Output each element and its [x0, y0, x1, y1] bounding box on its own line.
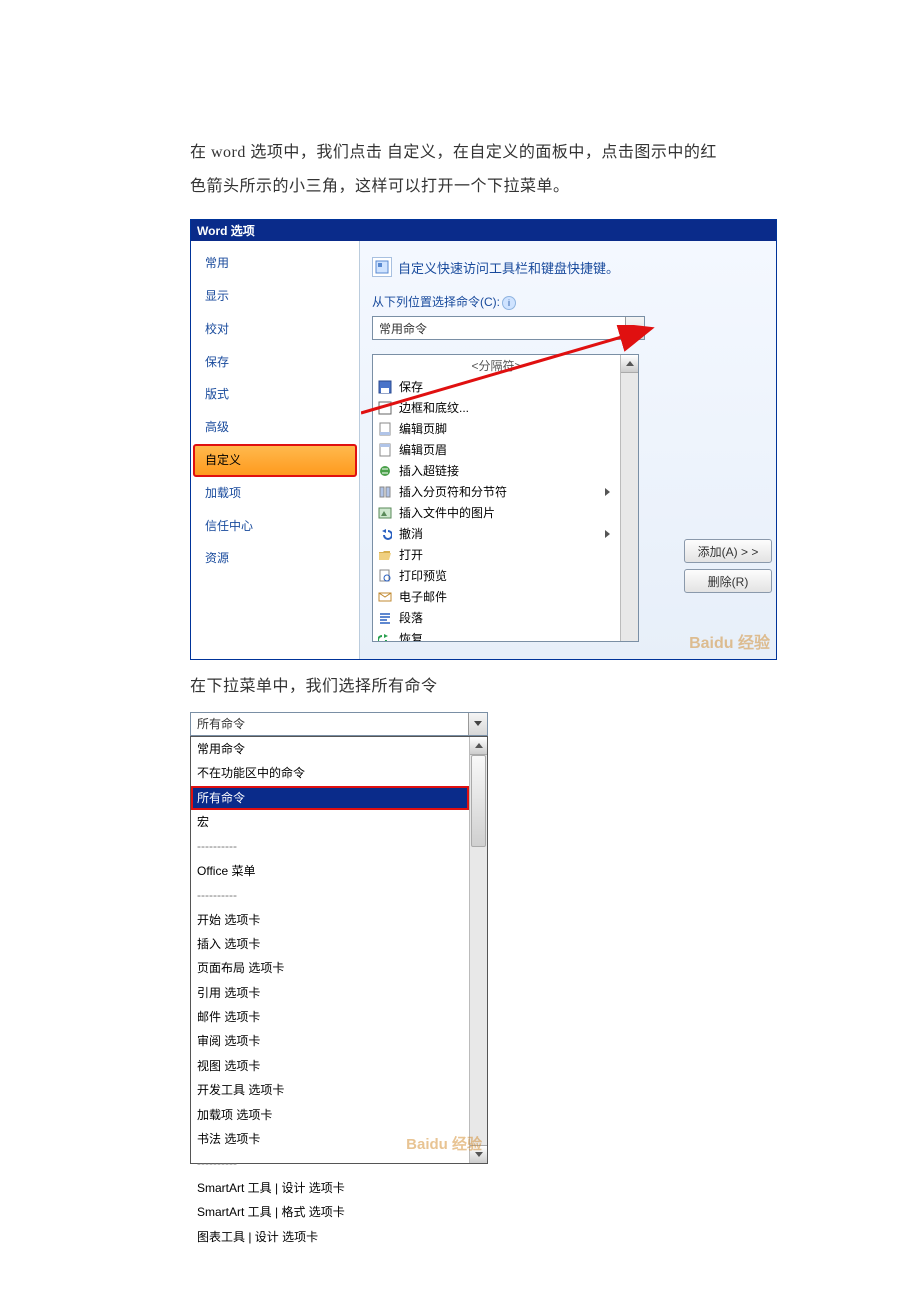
- list-item[interactable]: 插入超链接: [373, 460, 620, 481]
- word-options-dialog: Word 选项 常用显示校对保存版式高级自定义加载项信任中心资源 自定义快速访问…: [190, 219, 777, 660]
- email-icon: [377, 589, 393, 605]
- list-item[interactable]: 电子邮件: [373, 586, 620, 607]
- dropdown-item: ----------: [191, 1151, 469, 1175]
- list-separator: <分隔符>: [373, 355, 620, 376]
- list-item-label: 编辑页眉: [399, 441, 447, 458]
- dropdown-item[interactable]: 常用命令: [191, 737, 469, 761]
- dropdown-item[interactable]: 加载项 选项卡: [191, 1103, 469, 1127]
- info-icon: i: [502, 296, 516, 310]
- remove-button[interactable]: 删除(R): [684, 569, 772, 593]
- combo-value: 常用命令: [379, 320, 427, 337]
- dropdown-item[interactable]: 视图 选项卡: [191, 1054, 469, 1078]
- list-item-label: 编辑页脚: [399, 420, 447, 437]
- footer-icon: [377, 421, 393, 437]
- instruction-paragraph-2: 在下拉菜单中，我们选择所有命令: [190, 670, 730, 704]
- list-item[interactable]: 编辑页脚: [373, 418, 620, 439]
- instruction-paragraph-1: 在 word 选项中，我们点击 自定义，在自定义的面板中，点击图示中的红色箭头所…: [190, 136, 730, 203]
- dropdown-item[interactable]: 开发工具 选项卡: [191, 1078, 469, 1102]
- dialog-sidebar: 常用显示校对保存版式高级自定义加载项信任中心资源: [191, 241, 360, 659]
- sidebar-item-5[interactable]: 高级: [191, 411, 359, 444]
- scroll-up-icon[interactable]: [470, 737, 487, 755]
- undo-icon: [377, 526, 393, 542]
- add-button[interactable]: 添加(A) > >: [684, 539, 772, 563]
- listbox-scrollbar[interactable]: [620, 355, 638, 641]
- list-item[interactable]: 撤消: [373, 523, 620, 544]
- dropdown-arrow-icon[interactable]: [468, 713, 487, 735]
- list-item-label: 插入超链接: [399, 462, 459, 479]
- list-item[interactable]: 插入分页符和分节符: [373, 481, 620, 502]
- dropdown-item[interactable]: 开始 选项卡: [191, 908, 469, 932]
- border-icon: [377, 400, 393, 416]
- break-icon: [377, 484, 393, 500]
- dropdown-item[interactable]: 邮件 选项卡: [191, 1005, 469, 1029]
- list-item[interactable]: 打印预览: [373, 565, 620, 586]
- list-item-label: 插入文件中的图片: [399, 504, 495, 521]
- watermark: Baidu 经验: [689, 629, 770, 653]
- list-item-label: 恢复: [399, 630, 423, 641]
- sidebar-item-2[interactable]: 校对: [191, 313, 359, 346]
- list-item[interactable]: 编辑页眉: [373, 439, 620, 460]
- preview-icon: [377, 568, 393, 584]
- customize-icon: [372, 257, 392, 277]
- sidebar-item-4[interactable]: 版式: [191, 378, 359, 411]
- header-icon: [377, 442, 393, 458]
- sidebar-item-8[interactable]: 信任中心: [191, 510, 359, 543]
- dropdown-item[interactable]: 审阅 选项卡: [191, 1029, 469, 1053]
- save-icon: [377, 379, 393, 395]
- dropdown-item[interactable]: 宏: [191, 810, 469, 834]
- sidebar-item-1[interactable]: 显示: [191, 280, 359, 313]
- dropdown-arrow-icon[interactable]: [625, 317, 644, 339]
- dropdown-item[interactable]: 不在功能区中的命令: [191, 761, 469, 785]
- watermark: Baidu 经验: [406, 1133, 482, 1154]
- hyperlink-icon: [377, 463, 393, 479]
- dropdown-item[interactable]: Office 菜单: [191, 859, 469, 883]
- scroll-up-icon[interactable]: [621, 355, 638, 373]
- dropdown-item: ----------: [191, 883, 469, 907]
- list-item-label: 撤消: [399, 525, 423, 542]
- list-item-label: 段落: [399, 609, 423, 626]
- list-item[interactable]: 边框和底纹...: [373, 397, 620, 418]
- picture-icon: [377, 505, 393, 521]
- list-item-label: 打开: [399, 546, 423, 563]
- dialog-title: Word 选项: [191, 220, 776, 241]
- dropdown-expanded-screenshot: 所有命令 常用命令不在功能区中的命令所有命令宏----------Office …: [190, 712, 488, 1164]
- dropdown-list[interactable]: 常用命令不在功能区中的命令所有命令宏----------Office 菜单---…: [190, 736, 488, 1164]
- submenu-arrow-icon: [605, 530, 610, 538]
- list-item[interactable]: 恢复: [373, 628, 620, 641]
- list-item[interactable]: 打开: [373, 544, 620, 565]
- list-item[interactable]: 插入文件中的图片: [373, 502, 620, 523]
- redo-icon: [377, 631, 393, 642]
- list-item-label: 插入分页符和分节符: [399, 483, 507, 500]
- list-item-label: 保存: [399, 378, 423, 395]
- dropdown-item[interactable]: 引用 选项卡: [191, 981, 469, 1005]
- list-item[interactable]: 保存: [373, 376, 620, 397]
- command-category-combo[interactable]: 常用命令: [372, 316, 645, 340]
- list-item-label: 电子邮件: [399, 588, 447, 605]
- dropdown-item[interactable]: 页面布局 选项卡: [191, 956, 469, 980]
- sidebar-item-0[interactable]: 常用: [191, 247, 359, 280]
- dropdown-item: ----------: [191, 834, 469, 858]
- paragraph-icon: [377, 610, 393, 626]
- commands-listbox[interactable]: <分隔符> 保存边框和底纹... 编辑页脚编辑页眉插入超链接插入分页符和分节符插入…: [372, 354, 639, 642]
- main-heading-text: 自定义快速访问工具栏和键盘快捷键。: [398, 258, 619, 277]
- list-item-label: 边框和底纹...: [399, 399, 469, 416]
- list-item-label: 打印预览: [399, 567, 447, 584]
- submenu-arrow-icon: [605, 488, 610, 496]
- dropdown-item[interactable]: 插入 选项卡: [191, 932, 469, 956]
- command-category-combo-expanded[interactable]: 所有命令: [190, 712, 488, 736]
- sidebar-item-9[interactable]: 资源: [191, 542, 359, 575]
- dropdown-item[interactable]: 所有命令: [191, 786, 469, 810]
- dropdown-item[interactable]: 图表工具 | 设计 选项卡: [191, 1225, 469, 1249]
- dropdown-scrollbar[interactable]: [469, 737, 487, 1163]
- dropdown-item[interactable]: SmartArt 工具 | 格式 选项卡: [191, 1200, 469, 1224]
- dropdown-item[interactable]: SmartArt 工具 | 设计 选项卡: [191, 1176, 469, 1200]
- scroll-thumb[interactable]: [471, 755, 486, 847]
- sidebar-item-7[interactable]: 加载项: [191, 477, 359, 510]
- select-from-label: 从下列位置选择命令(C):i: [372, 293, 768, 310]
- list-item[interactable]: 段落: [373, 607, 620, 628]
- open-icon: [377, 547, 393, 563]
- sidebar-item-6[interactable]: 自定义: [193, 444, 357, 477]
- sidebar-item-3[interactable]: 保存: [191, 346, 359, 379]
- combo2-value: 所有命令: [197, 715, 245, 732]
